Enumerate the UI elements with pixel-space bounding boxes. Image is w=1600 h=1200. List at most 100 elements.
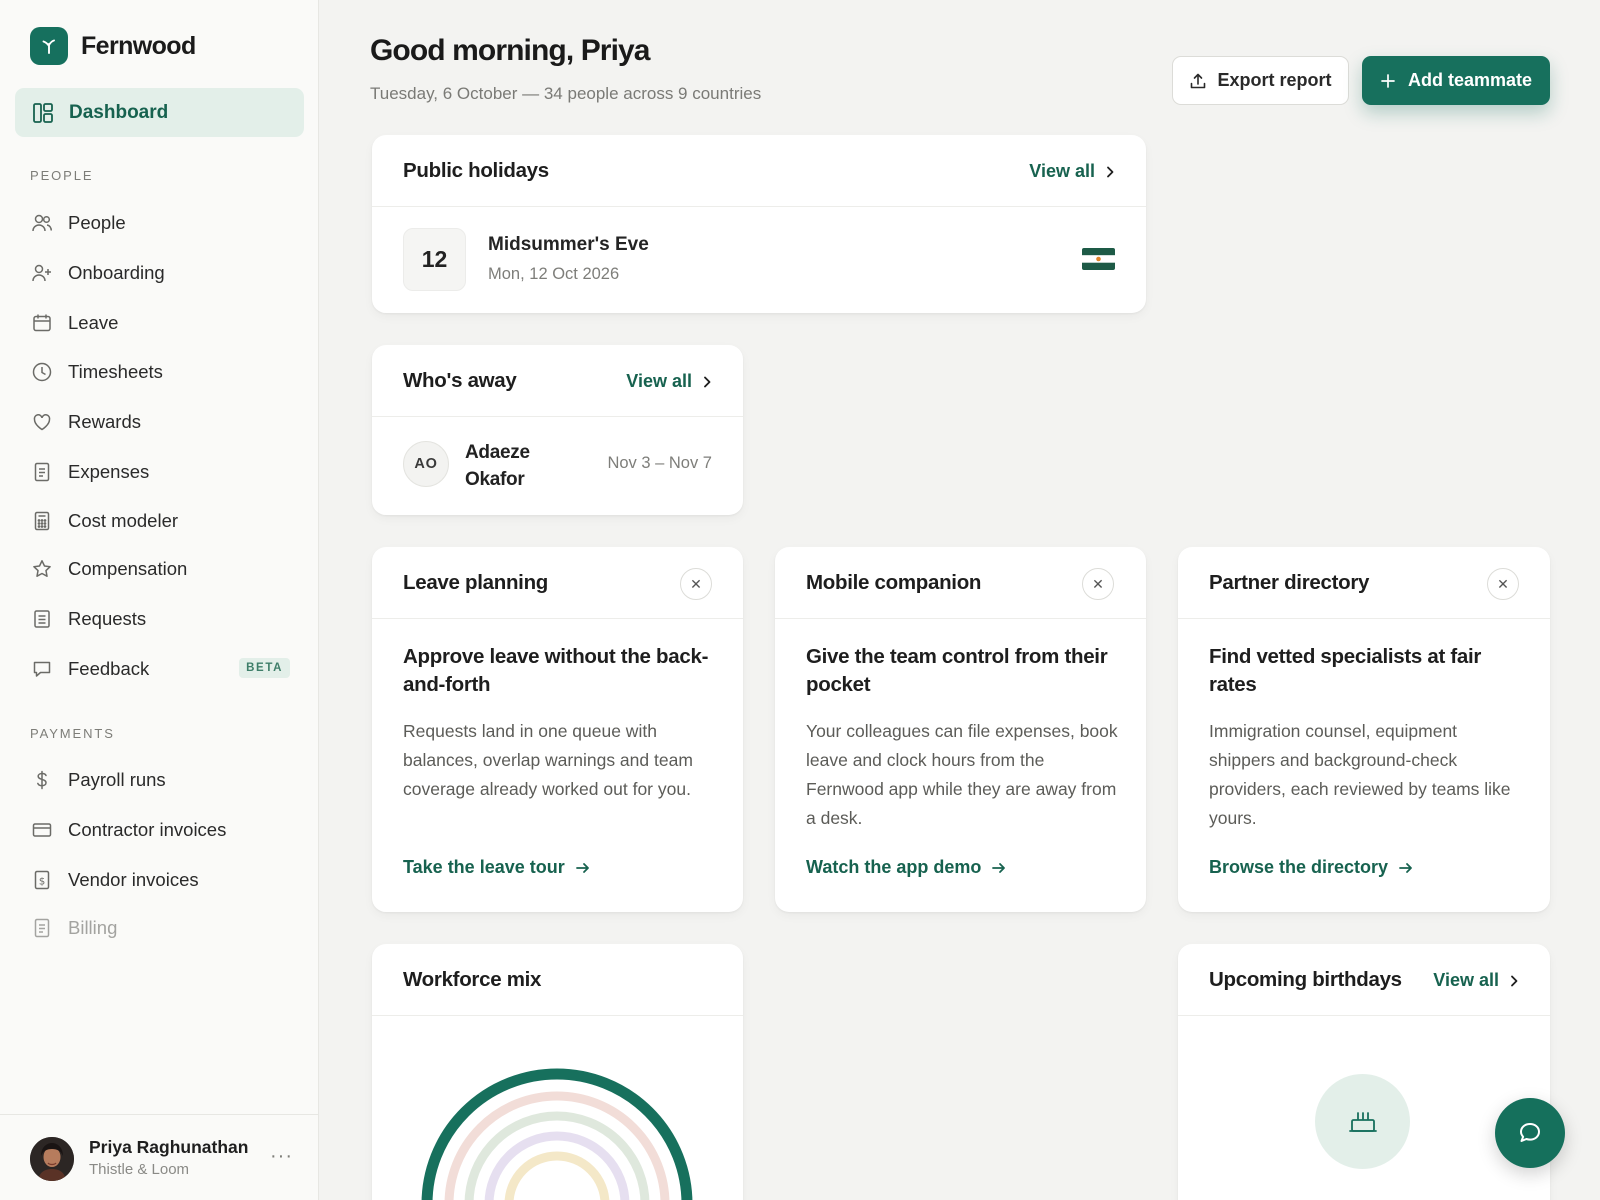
close-icon[interactable]: ✕ [1082,568,1114,600]
whos-away-card: Who's away View all AO Adaeze Okafor Nov… [372,345,743,515]
sidebar-item-label: Rewards [68,411,141,432]
fern-logo-icon [30,27,68,65]
calculator-icon [30,510,53,533]
holiday-name: Midsummer's Eve [488,234,649,255]
sidebar-item-label: Vendor invoices [68,869,199,890]
away-dates: Nov 3 – Nov 7 [607,454,712,472]
brand[interactable]: Fernwood [30,27,196,65]
card-header: Leave planning ✕ [372,547,743,619]
birthdays-view-all-link[interactable]: View all [1433,970,1519,991]
arrow-right-icon [991,861,1007,875]
card-header: Mobile companion ✕ [775,547,1146,619]
card-header: Who's away View all [372,345,743,417]
promo-heading: Find vetted specialists at fair rates [1209,645,1482,696]
sidebar-item-feedback[interactable]: Feedback BETA [30,651,290,687]
sidebar: Fernwood Dashboard PEOPLE People Onboard… [0,0,319,1200]
browse-directory-link[interactable]: Browse the directory [1209,857,1414,878]
card-header: Upcoming birthdays View all [1178,944,1550,1016]
page-title: Good morning, Priya [370,34,650,67]
watch-app-demo-link[interactable]: Watch the app demo [806,857,1007,878]
chevron-right-icon [1509,974,1519,988]
sidebar-item-payroll-runs[interactable]: Payroll runs [30,762,290,798]
promo-body: Requests land in one queue with balances… [403,721,693,799]
card-title: Mobile companion [806,571,982,594]
chat-bubble-icon [1517,1120,1543,1146]
message-icon [30,658,53,681]
sidebar-item-label: Requests [68,608,147,629]
users-icon [30,212,53,235]
arrow-right-icon [1398,861,1414,875]
more-options-icon[interactable]: ··· [270,1145,293,1168]
holiday-date-tile: 12 [403,228,466,291]
sidebar-item-onboarding[interactable]: Onboarding [30,255,290,291]
beta-badge: BETA [239,658,290,678]
cta-label: Browse the directory [1209,857,1389,877]
card-title: Partner directory [1209,571,1370,594]
sidebar-item-people[interactable]: People [30,205,290,241]
sidebar-item-cost-modeler[interactable]: Cost modeler [30,503,290,539]
sidebar-item-label: Expenses [68,461,150,482]
close-icon[interactable]: ✕ [680,568,712,600]
view-all-label: View all [626,371,692,391]
people-section-label: PEOPLE [30,168,94,183]
sidebar-item-expenses[interactable]: Expenses [30,454,290,490]
holidays-view-all-link[interactable]: View all [1029,161,1115,182]
sidebar-item-compensation[interactable]: Compensation [30,551,290,587]
sidebar-item-billing[interactable]: Billing [30,910,290,946]
cta-label: Take the leave tour [403,857,565,877]
user-plus-icon [30,262,53,285]
promo-body: Your colleagues can file expenses, book … [806,721,1118,828]
document-icon [30,608,53,631]
avatar: AO [403,441,449,487]
sidebar-item-label: Compensation [68,558,188,579]
workforce-mix-card: Workforce mix [372,944,743,1200]
away-person-name[interactable]: Adaeze Okafor [465,439,575,493]
sidebar-item-dashboard[interactable]: Dashboard [15,88,304,137]
star-icon [30,558,53,581]
card-title: Who's away [403,369,517,392]
export-report-button[interactable]: Export report [1172,56,1349,105]
cta-label: Watch the app demo [806,857,982,877]
sidebar-item-label: Onboarding [68,262,165,283]
close-icon[interactable]: ✕ [1487,568,1519,600]
sidebar-item-requests[interactable]: Requests [30,601,290,637]
sidebar-item-vendor-invoices[interactable]: $ Vendor invoices [30,862,290,898]
add-teammate-button[interactable]: Add teammate [1362,56,1550,105]
view-all-label: View all [1433,970,1499,990]
brand-name: Fernwood [81,31,196,60]
sidebar-item-label: Contractor invoices [68,819,227,840]
chevron-right-icon [1105,165,1115,179]
upload-icon [1189,72,1207,90]
card-title: Workforce mix [403,968,542,991]
away-view-all-link[interactable]: View all [626,371,712,392]
card-header: Workforce mix [372,944,743,1016]
sidebar-item-leave[interactable]: Leave [30,305,290,341]
partner-directory-card: Partner directory ✕ Find vetted speciali… [1178,547,1550,912]
svg-text:$: $ [38,877,44,888]
take-leave-tour-link[interactable]: Take the leave tour [403,857,591,878]
promo-heading: Give the team control from their pocket [806,645,1108,696]
receipt-icon [30,461,53,484]
dashboard-icon [32,102,54,124]
add-teammate-label: Add teammate [1407,70,1533,90]
sidebar-item-rewards[interactable]: Rewards [30,404,290,440]
card-header: Public holidays View all [372,135,1146,207]
promo-body: Immigration counsel, equipment shippers … [1209,721,1511,828]
sidebar-item-timesheets[interactable]: Timesheets [30,354,290,390]
workforce-donut-chart [421,1068,693,1200]
sidebar-item-label: Billing [68,917,118,938]
payments-section-label: PAYMENTS [30,726,115,741]
sidebar-item-label: Cost modeler [68,510,179,531]
chevron-right-icon [702,375,712,389]
workforce-ring [504,1151,610,1200]
card-title: Leave planning [403,571,549,594]
arrow-right-icon [575,861,591,875]
sidebar-item-label: Timesheets [68,361,163,382]
user-profile[interactable]: Priya Raghunathan Thistle & Loom ··· [0,1114,319,1200]
chat-button[interactable] [1495,1098,1565,1168]
upcoming-birthdays-card: Upcoming birthdays View all [1178,944,1550,1200]
sidebar-item-contractor-invoices[interactable]: Contractor invoices [30,812,290,848]
sidebar-item-label: Leave [68,312,119,333]
holiday-date: Mon, 12 Oct 2026 [488,265,620,283]
dollar-icon [30,769,53,792]
